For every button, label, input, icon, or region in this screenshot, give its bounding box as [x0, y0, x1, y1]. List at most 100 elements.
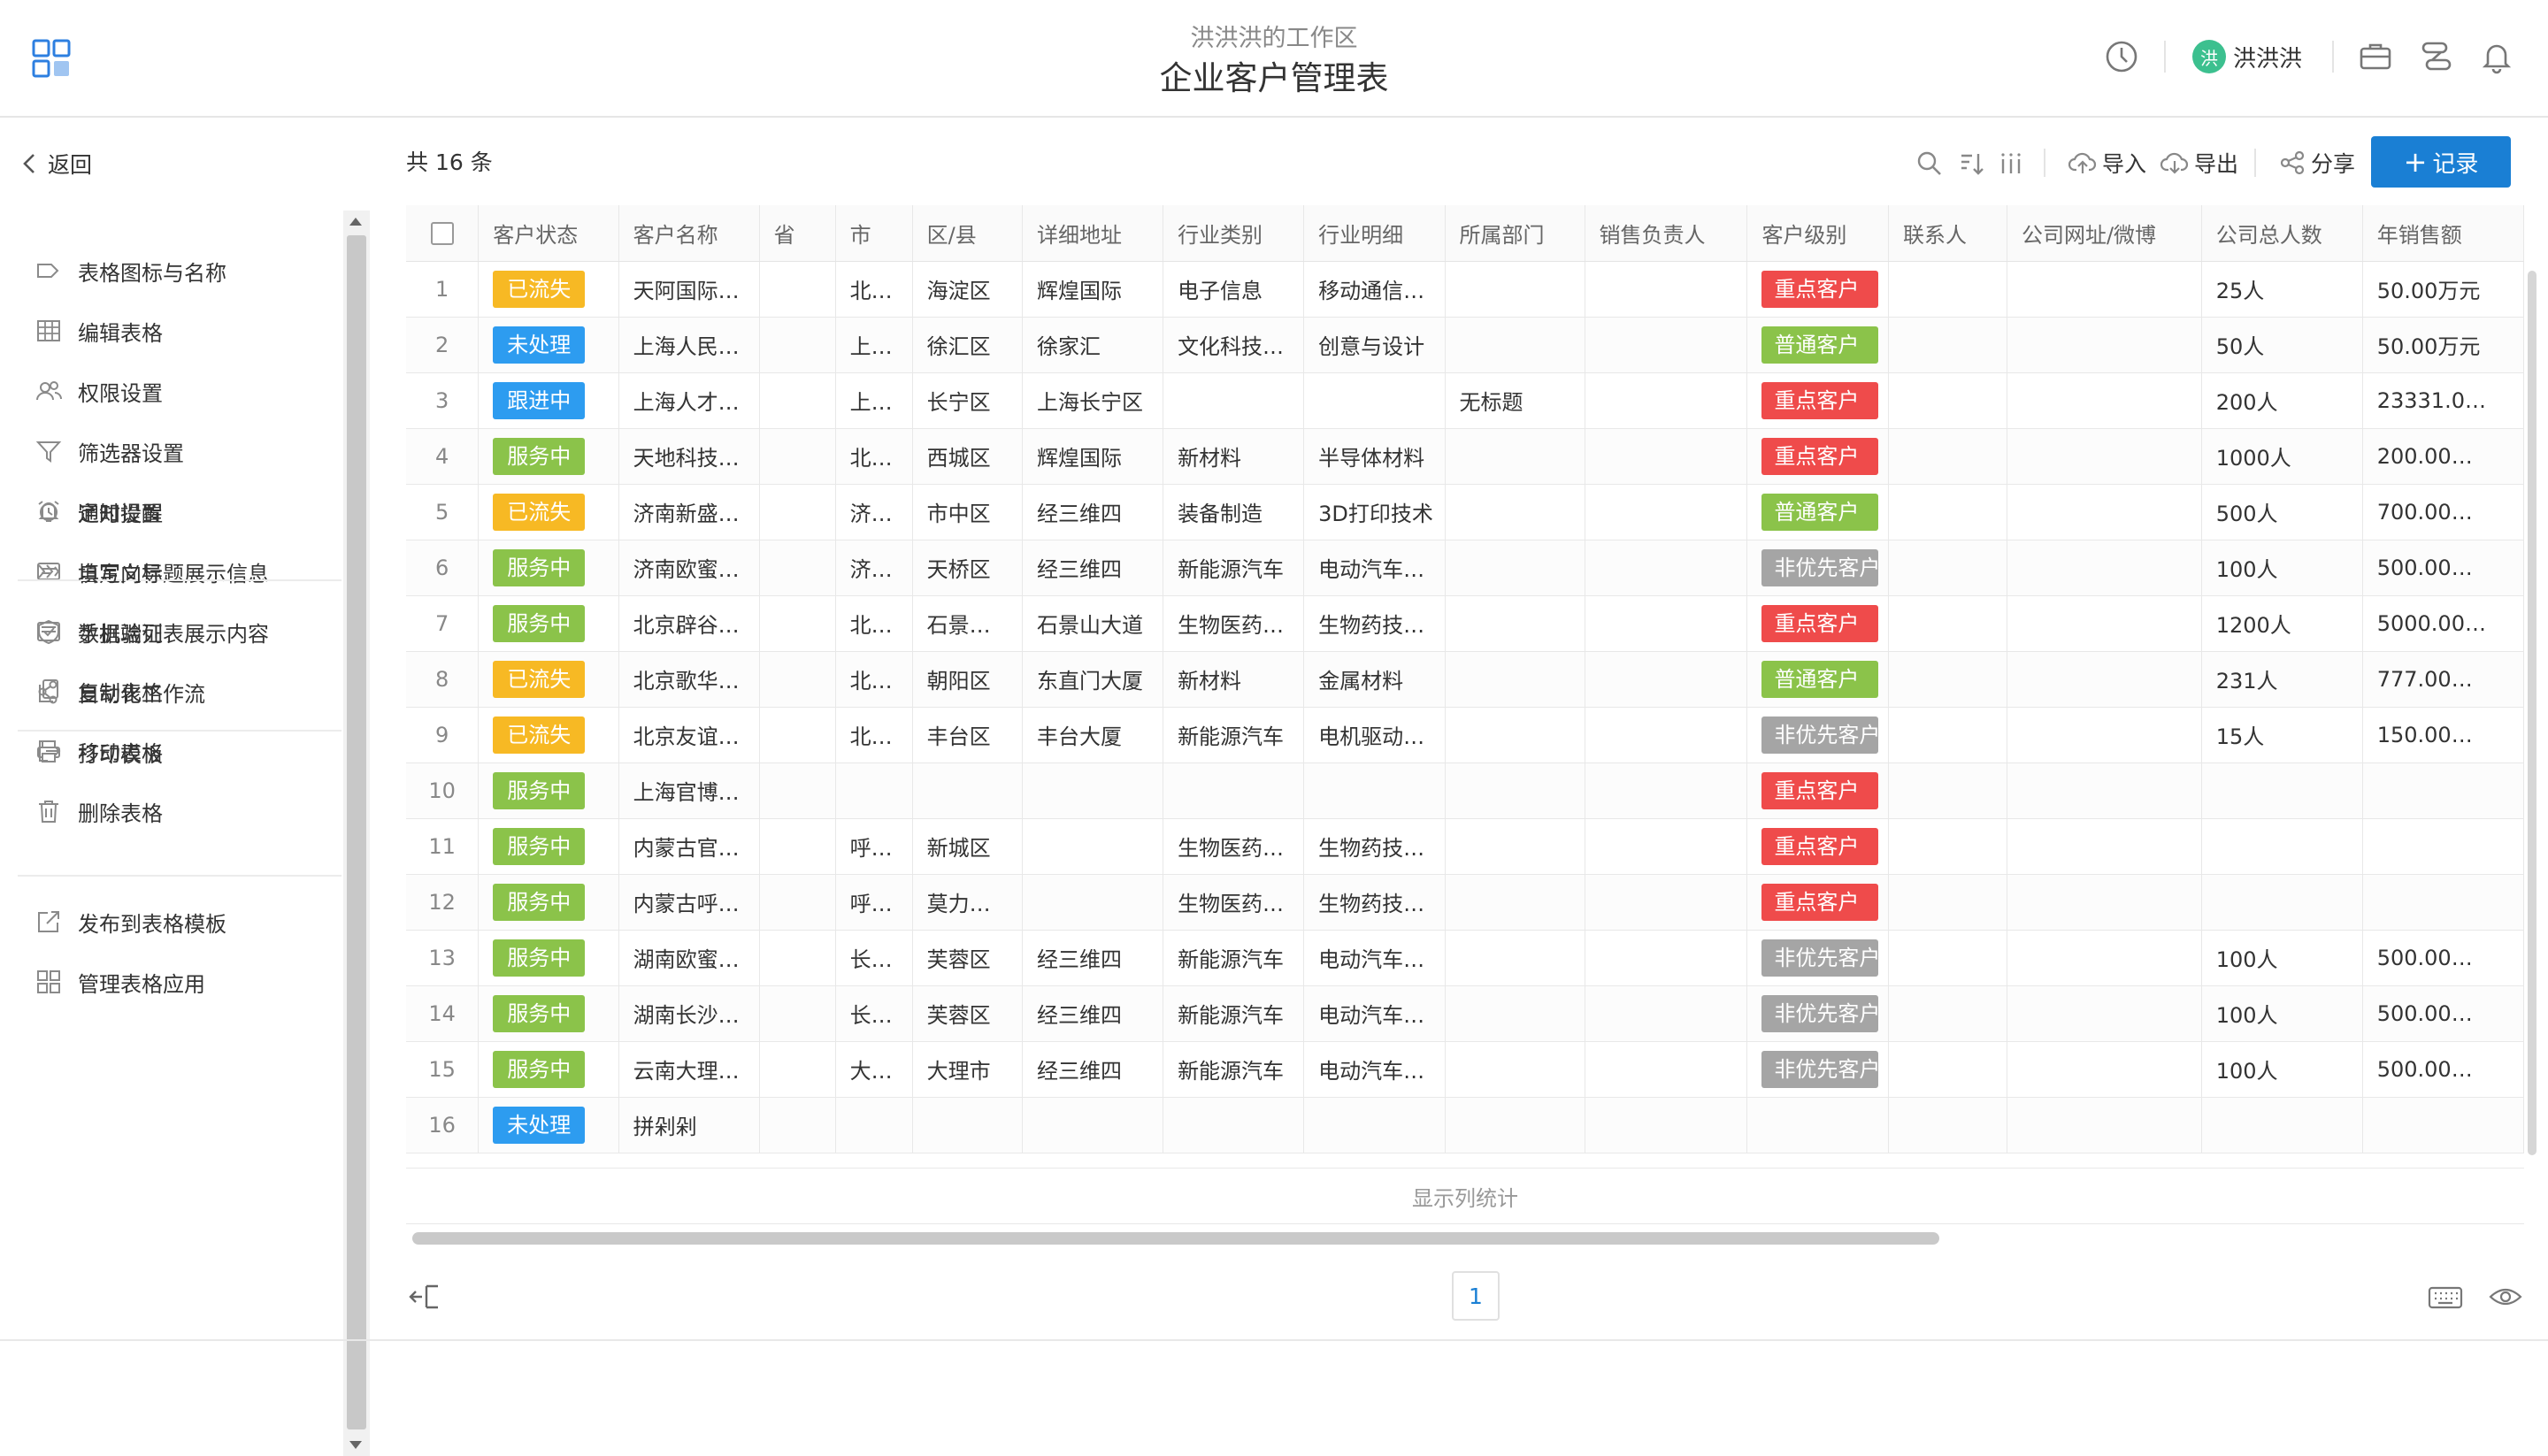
cell-web[interactable] — [2007, 595, 2202, 652]
row-number[interactable]: 16 — [406, 1097, 480, 1153]
cell-city[interactable]: 上… — [835, 372, 913, 429]
import-button[interactable]: 导入 — [2068, 145, 2146, 180]
cell-addr[interactable]: 东直门大厦 — [1022, 651, 1164, 708]
cell-prov[interactable] — [759, 651, 836, 708]
cell-staff[interactable]: 15人 — [2201, 707, 2363, 763]
cell-dept[interactable] — [1445, 985, 1585, 1042]
cell-name[interactable]: 云南大理… — [618, 1041, 760, 1098]
cell-contact[interactable] — [1888, 651, 2007, 708]
user-menu[interactable]: 洪 洪洪洪 — [2192, 39, 2302, 74]
cell-staff[interactable] — [2201, 1097, 2363, 1153]
cell-city[interactable]: 济… — [835, 484, 913, 540]
table-row[interactable]: 3 跟进中 上海人才… 上… 长宁区 上海长宁区 无标题 重点客户 200人 23331.0… — [406, 372, 2524, 429]
cell-name[interactable]: 上海官博… — [618, 762, 760, 819]
cell-sales[interactable] — [1585, 484, 1748, 540]
cell-sales[interactable] — [1585, 1041, 1748, 1098]
table-row[interactable]: 15 服务中 云南大理… 大… 大理市 经三维四 新能源汽车 电动汽车… 非优先客户 100人 50… — [406, 1041, 2524, 1098]
column-header[interactable]: 客户状态 — [478, 205, 619, 262]
row-number[interactable]: 10 — [406, 762, 480, 819]
export-button[interactable]: 导出 — [2160, 145, 2238, 180]
cell-status[interactable]: 服务中 — [478, 985, 619, 1042]
cell-status[interactable]: 跟进中 — [478, 372, 619, 429]
collapse-sidebar-icon[interactable] — [409, 1281, 444, 1313]
cell-city[interactable]: 大… — [835, 1041, 913, 1098]
cell-contact[interactable] — [1888, 762, 2007, 819]
cell-level[interactable]: 重点客户 — [1746, 874, 1889, 931]
cell-revenue[interactable]: 23331.0… — [2362, 372, 2524, 429]
cell-prov[interactable] — [759, 930, 836, 986]
cell-ind[interactable]: 新能源汽车 — [1163, 1041, 1305, 1098]
cell-city[interactable]: 上… — [835, 317, 913, 373]
cell-detail[interactable]: 电动汽车… — [1303, 1041, 1446, 1098]
table-row[interactable]: 12 服务中 内蒙古呼… 呼… 莫力… 生物医药… 生物药技… 重点客户 — [406, 874, 2524, 931]
sidebar-item-filter[interactable]: 筛选器设置 — [35, 433, 184, 469]
cell-addr[interactable]: 辉煌国际 — [1022, 261, 1164, 318]
cell-revenue[interactable]: 700.00… — [2362, 484, 2524, 540]
integration-icon[interactable] — [2418, 39, 2453, 74]
cell-addr[interactable]: 上海长宁区 — [1022, 372, 1164, 429]
cell-name[interactable]: 北京辟谷… — [618, 595, 760, 652]
page-1-button[interactable]: 1 — [1452, 1271, 1500, 1321]
table-row[interactable]: 1 已流失 天阿国际… 北… 海淀区 辉煌国际 电子信息 移动通信… 重点客户 25人 50.00万… — [406, 261, 2524, 318]
column-header[interactable]: 客户级别 — [1746, 205, 1889, 262]
sidebar-item-copy[interactable]: 复制表格 — [35, 673, 163, 709]
cell-addr[interactable] — [1022, 762, 1164, 819]
cell-addr[interactable] — [1022, 874, 1164, 931]
cell-addr[interactable]: 经三维四 — [1022, 540, 1164, 596]
cell-contact[interactable] — [1888, 985, 2007, 1042]
cell-web[interactable] — [2007, 874, 2202, 931]
cell-addr[interactable]: 经三维四 — [1022, 930, 1164, 986]
cell-status[interactable]: 已流失 — [478, 707, 619, 763]
cell-level[interactable]: 重点客户 — [1746, 595, 1889, 652]
cell-web[interactable] — [2007, 317, 2202, 373]
cell-name[interactable]: 济南新盛… — [618, 484, 760, 540]
cell-level[interactable] — [1746, 1097, 1889, 1153]
cell-ind[interactable]: 装备制造 — [1163, 484, 1305, 540]
sidebar-item-publish[interactable]: 发布到表格模板 — [35, 904, 226, 939]
cell-sales[interactable] — [1585, 428, 1748, 485]
column-header[interactable]: 客户名称 — [618, 205, 760, 262]
cell-sales[interactable] — [1585, 985, 1748, 1042]
cell-addr[interactable] — [1022, 1097, 1164, 1153]
cell-staff[interactable]: 100人 — [2201, 985, 2363, 1042]
table-row[interactable]: 16 未处理 拼剁剁 — [406, 1097, 2524, 1153]
cell-city[interactable]: 济… — [835, 540, 913, 596]
cell-web[interactable] — [2007, 372, 2202, 429]
cell-dist[interactable]: 芙蓉区 — [912, 930, 1024, 986]
cell-revenue[interactable] — [2362, 818, 2524, 875]
cell-web[interactable] — [2007, 985, 2202, 1042]
row-number[interactable]: 7 — [406, 595, 480, 652]
column-header[interactable]: 年销售额 — [2362, 205, 2524, 262]
column-header[interactable]: 销售负责人 — [1585, 205, 1748, 262]
cell-staff[interactable]: 50人 — [2201, 317, 2363, 373]
cell-name[interactable]: 北京歌华… — [618, 651, 760, 708]
cell-prov[interactable] — [759, 261, 836, 318]
row-number[interactable]: 12 — [406, 874, 480, 931]
table-row[interactable]: 9 已流失 北京友谊… 北… 丰台区 丰台大厦 新能源汽车 电机驱动… 非优先客户 15人 150.… — [406, 707, 2524, 763]
row-number[interactable]: 8 — [406, 651, 480, 708]
cell-city[interactable]: 北… — [835, 428, 913, 485]
cell-level[interactable]: 普通客户 — [1746, 651, 1889, 708]
cell-staff[interactable] — [2201, 818, 2363, 875]
cell-status[interactable]: 未处理 — [478, 317, 619, 373]
cell-status[interactable]: 服务中 — [478, 595, 619, 652]
cell-dist[interactable]: 大理市 — [912, 1041, 1024, 1098]
cell-dist[interactable]: 海淀区 — [912, 261, 1024, 318]
cell-dist[interactable]: 石景… — [912, 595, 1024, 652]
cell-addr[interactable]: 丰台大厦 — [1022, 707, 1164, 763]
cell-dist[interactable]: 长宁区 — [912, 372, 1024, 429]
cell-revenue[interactable] — [2362, 1097, 2524, 1153]
cell-staff[interactable]: 100人 — [2201, 930, 2363, 986]
table-row[interactable]: 11 服务中 内蒙古官… 呼… 新城区 生物医药… 生物药技… 重点客户 — [406, 818, 2524, 875]
cell-prov[interactable] — [759, 762, 836, 819]
cell-staff[interactable]: 25人 — [2201, 261, 2363, 318]
row-number[interactable]: 6 — [406, 540, 480, 596]
cell-level[interactable]: 重点客户 — [1746, 428, 1889, 485]
cell-revenue[interactable]: 500.00… — [2362, 540, 2524, 596]
cell-web[interactable] — [2007, 261, 2202, 318]
grid-vertical-scroll-thumb[interactable] — [2528, 271, 2536, 1155]
table-row[interactable]: 6 服务中 济南欧蜜… 济… 天桥区 经三维四 新能源汽车 电动汽车… 非优先客户 100人 500… — [406, 540, 2524, 596]
keyboard-icon[interactable] — [2428, 1283, 2463, 1311]
sidebar-item-tag[interactable]: 表格图标与名称 — [35, 253, 226, 288]
row-number[interactable]: 14 — [406, 985, 480, 1042]
